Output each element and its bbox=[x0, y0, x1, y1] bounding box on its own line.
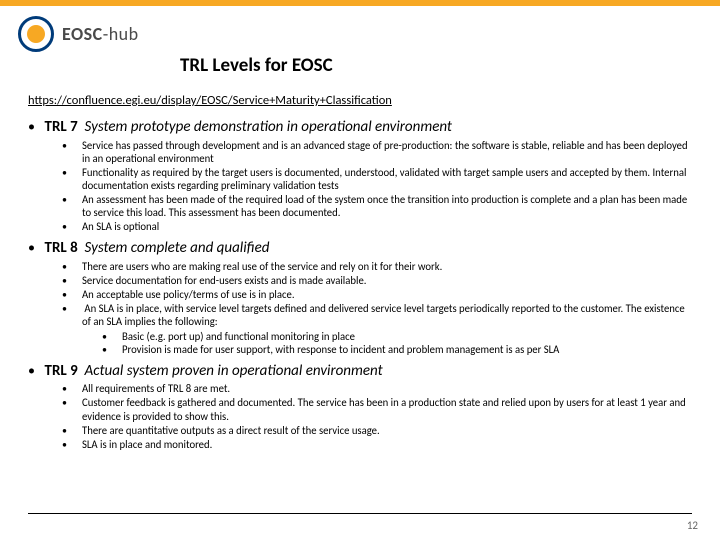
trl7-section: TRL 7 System prototype demonstration in … bbox=[28, 118, 692, 233]
trl7-bullet: Functionality as required by the target … bbox=[72, 166, 692, 192]
page-title: TRL Levels for EOSC bbox=[180, 54, 720, 77]
trl9-section: TRL 9 Actual system proven in operationa… bbox=[28, 362, 692, 451]
page-number: 12 bbox=[687, 519, 698, 532]
trl7-bullet: An assessment has been made of the requi… bbox=[72, 193, 692, 219]
trl8-bullet: An SLA is in place, with service level t… bbox=[72, 302, 692, 356]
trl7-bullet: Service has passed through development a… bbox=[72, 139, 692, 165]
logo-icon bbox=[18, 16, 54, 52]
trl9-bullet: SLA is in place and monitored. bbox=[72, 438, 692, 451]
trl8-subbullet: Provision is made for user support, with… bbox=[112, 343, 692, 356]
reference-link[interactable]: https://confluence.egi.eu/display/EOSC/S… bbox=[28, 93, 692, 108]
trl9-bullet: Customer feedback is gathered and docume… bbox=[72, 396, 692, 422]
trl8-bullet: An acceptable use policy/terms of use is… bbox=[72, 288, 692, 301]
footer-divider bbox=[28, 513, 692, 514]
trl9-bullet: There are quantitative outputs as a dire… bbox=[72, 424, 692, 437]
trl8-bullet: Service documentation for end-users exis… bbox=[72, 274, 692, 287]
trl8-bullet: There are users who are making real use … bbox=[72, 260, 692, 273]
logo-block: EOSC-hub bbox=[0, 6, 720, 52]
trl8-section: TRL 8 System complete and qualified Ther… bbox=[28, 239, 692, 355]
content-area: https://confluence.egi.eu/display/EOSC/S… bbox=[0, 77, 720, 451]
trl8-subbullet: Basic (e.g. port up) and functional moni… bbox=[112, 330, 692, 343]
trl9-bullet: All requirements of TRL 8 are met. bbox=[72, 382, 692, 395]
trl7-bullet: An SLA is optional bbox=[72, 220, 692, 233]
logo-text: EOSC-hub bbox=[62, 23, 139, 45]
